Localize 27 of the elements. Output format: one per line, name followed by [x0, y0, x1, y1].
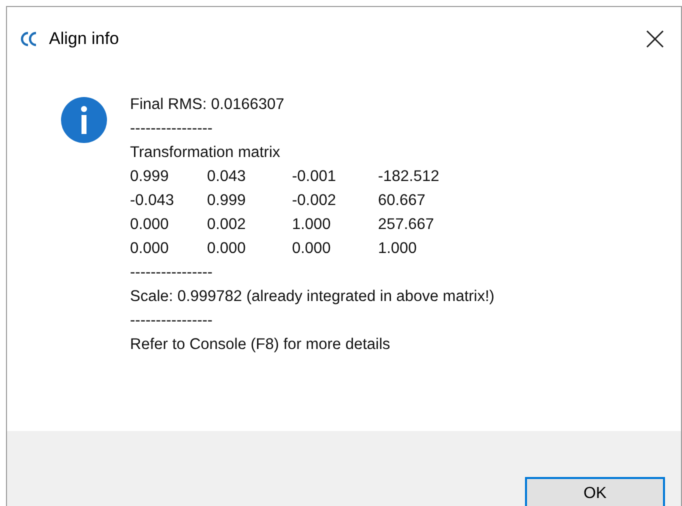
- matrix-value: 1.000: [292, 215, 332, 235]
- matrix-value: 0.000: [207, 239, 247, 259]
- matrix-value: 0.002: [207, 215, 247, 235]
- message-line: Transformation matrix: [130, 143, 282, 163]
- close-icon: [646, 30, 664, 48]
- message-line: ----------------: [130, 311, 214, 331]
- matrix-value: 0.000: [292, 239, 332, 259]
- message-line: Refer to Console (F8) for more details: [130, 335, 392, 355]
- matrix-value: -0.002: [292, 191, 337, 211]
- matrix-value: 257.667: [378, 215, 436, 235]
- message-line: ----------------: [130, 119, 214, 139]
- matrix-value: 60.667: [378, 191, 426, 211]
- matrix-value: -182.512: [378, 167, 440, 187]
- matrix-value: 1.000: [378, 239, 418, 259]
- message-line: Scale: 0.999782 (already integrated in above matrix!): [130, 287, 494, 307]
- matrix-value: -0.001: [292, 167, 337, 187]
- ok-button[interactable]: OK: [525, 477, 665, 506]
- window-title: Align info: [49, 28, 119, 50]
- matrix-value: 0.000: [130, 239, 170, 259]
- info-icon: [60, 96, 108, 144]
- matrix-value: 0.999: [130, 167, 170, 187]
- message-line: ----------------: [130, 263, 214, 283]
- matrix-value: -0.043: [130, 191, 175, 211]
- matrix-value: 0.000: [130, 215, 170, 235]
- message-line: Final RMS: 0.0166307: [130, 95, 286, 115]
- matrix-value: 0.043: [207, 167, 247, 187]
- matrix-value: 0.999: [207, 191, 247, 211]
